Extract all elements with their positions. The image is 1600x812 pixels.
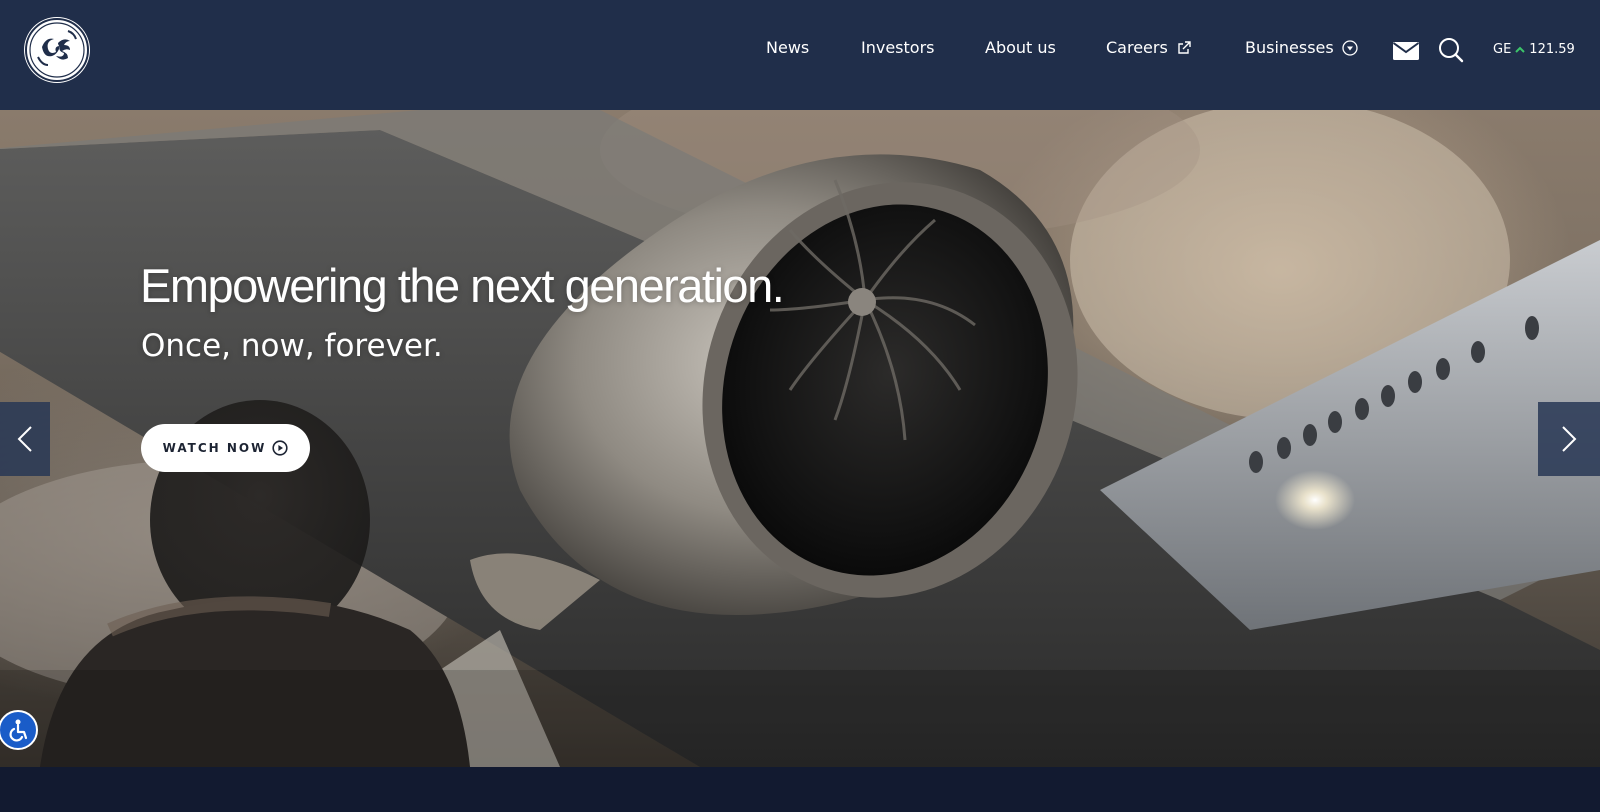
- stock-ticker[interactable]: GE 121.59: [1493, 42, 1575, 57]
- main-nav: News Investors About us Careers Business…: [0, 0, 1600, 100]
- watch-now-button[interactable]: WATCH NOW: [141, 424, 310, 472]
- mail-icon: [1392, 42, 1420, 60]
- hero-carousel: Empowering the next generation. Once, no…: [0, 110, 1600, 767]
- up-arrow-icon: [1515, 46, 1526, 53]
- nav-about-us[interactable]: About us: [985, 38, 1056, 57]
- chevron-right-icon: [1562, 426, 1577, 452]
- nav-careers[interactable]: Careers: [1106, 38, 1192, 57]
- nav-news[interactable]: News: [766, 38, 809, 57]
- carousel-next-button[interactable]: [1538, 402, 1600, 476]
- external-link-icon: [1178, 40, 1191, 54]
- nav-about-us-label: About us: [985, 38, 1056, 57]
- nav-investors[interactable]: Investors: [861, 38, 934, 57]
- play-circle-icon: [272, 440, 288, 456]
- nav-businesses[interactable]: Businesses: [1245, 38, 1358, 57]
- nav-careers-label: Careers: [1106, 38, 1168, 57]
- nav-news-label: News: [766, 38, 810, 57]
- stock-symbol: GE: [1493, 42, 1512, 57]
- search-button[interactable]: [1437, 36, 1465, 68]
- chevron-left-icon: [17, 426, 32, 452]
- accessibility-icon: [9, 719, 28, 742]
- nav-businesses-label: Businesses: [1245, 38, 1334, 57]
- hero-headline: Empowering the next generation.: [140, 259, 785, 312]
- hero-subheadline: Once, now, forever.: [141, 328, 443, 364]
- search-icon: [1439, 38, 1464, 63]
- chevron-down-circle-icon: [1342, 39, 1358, 56]
- carousel-prev-button[interactable]: [0, 402, 50, 476]
- stock-price: 121.59: [1529, 42, 1575, 57]
- page-bottom-band: [0, 767, 1600, 812]
- site-header: News Investors About us Careers Business…: [0, 0, 1600, 110]
- nav-investors-label: Investors: [861, 38, 935, 57]
- watch-now-label: WATCH NOW: [162, 441, 267, 455]
- mail-button[interactable]: [1392, 40, 1420, 66]
